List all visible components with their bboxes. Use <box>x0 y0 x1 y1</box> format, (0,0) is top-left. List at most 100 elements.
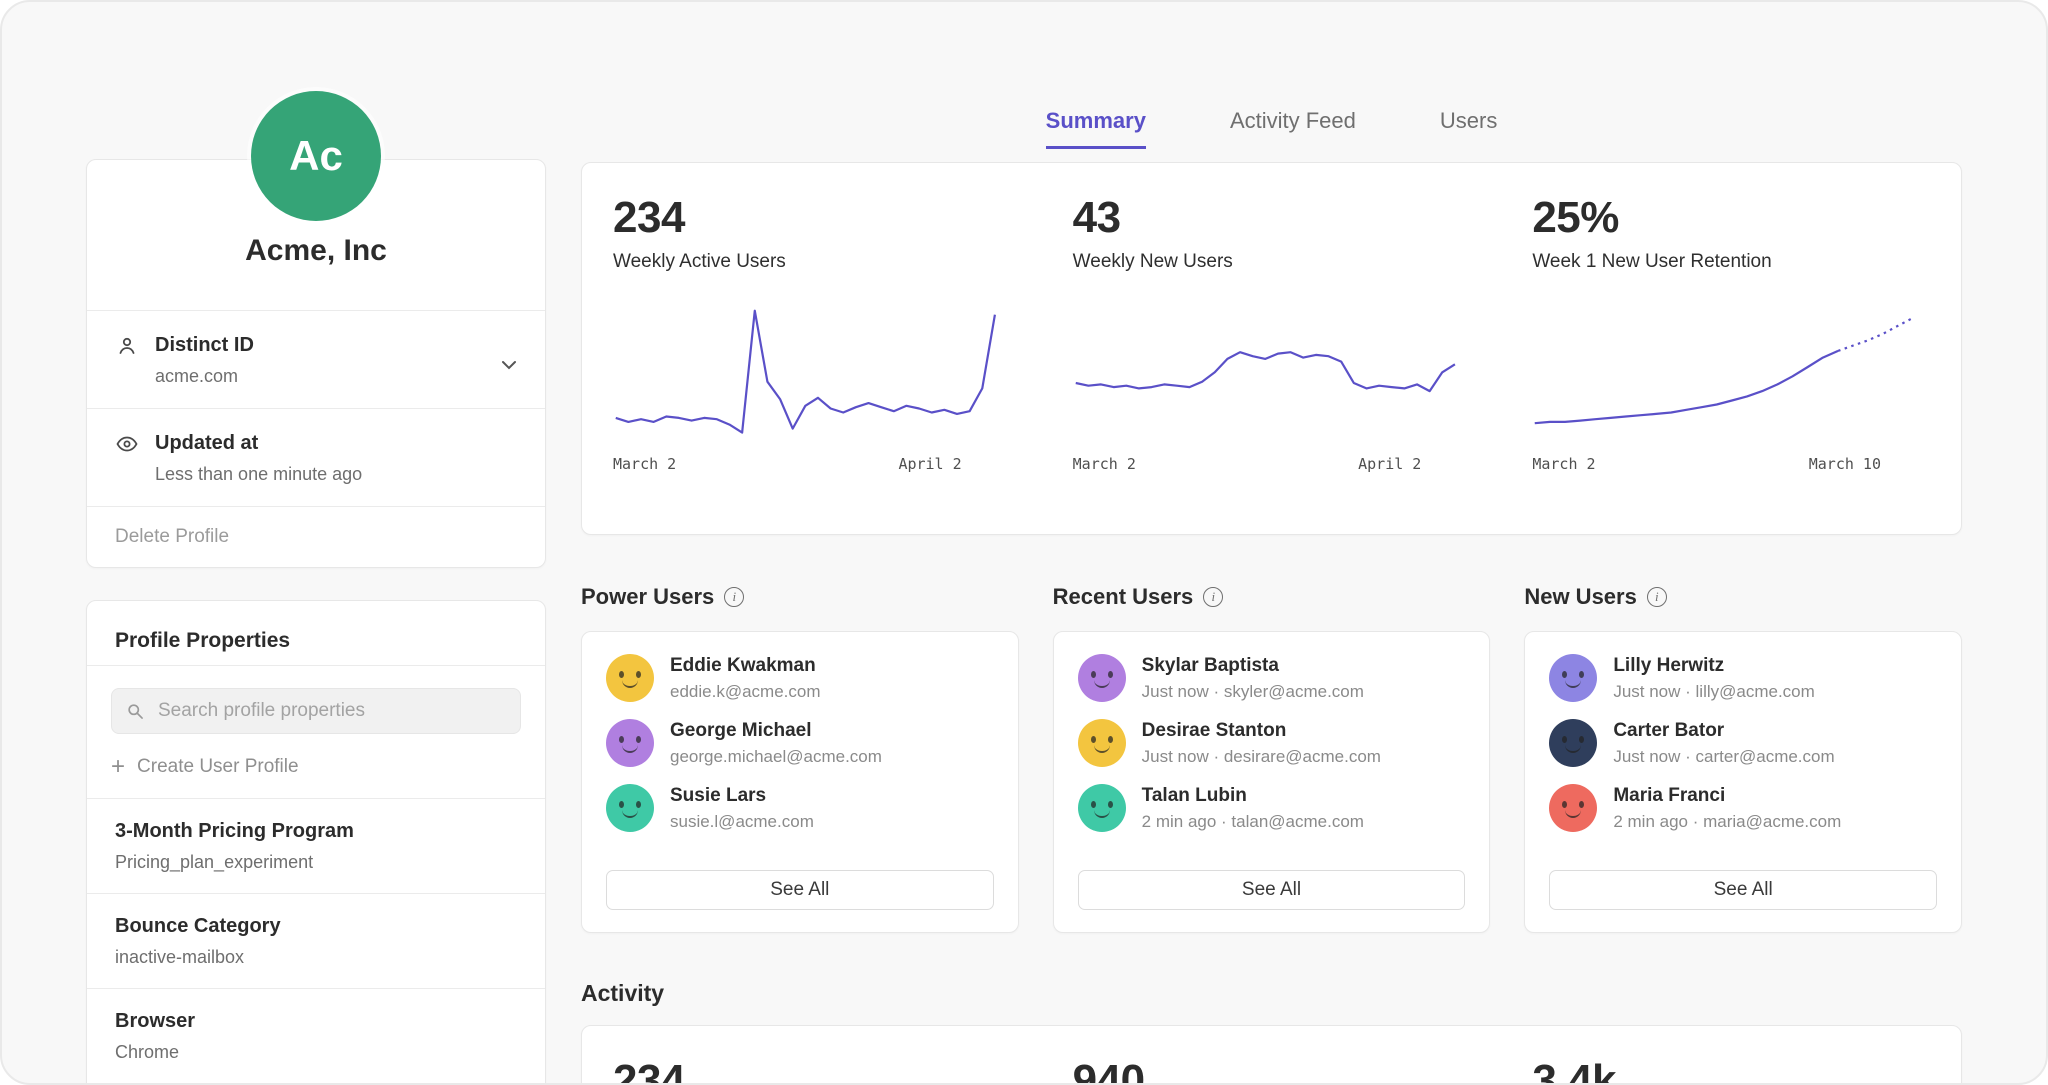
search-box <box>111 688 521 734</box>
main-content: Summary Activity Feed Users 234 Weekly A… <box>581 2 1962 1085</box>
stat-value: 234 <box>613 193 998 243</box>
user-meta: Just now · lilly@acme.com <box>1613 681 1814 702</box>
user-name: Desirae Stanton <box>1142 719 1381 742</box>
tab-bar: Summary Activity Feed Users <box>581 108 1962 149</box>
user-avatar <box>1078 719 1126 767</box>
x-axis-labels: March 2 April 2 <box>1073 455 1458 473</box>
summary-stats-card: 234 Weekly Active Users March 2 April 2 … <box>581 162 1962 535</box>
plus-icon: + <box>111 757 125 777</box>
user-name: Eddie Kwakman <box>670 654 821 677</box>
user-meta: george.michael@acme.com <box>670 746 882 767</box>
activity-stat: 234 <box>582 1026 1042 1085</box>
chevron-down-icon[interactable] <box>497 353 521 377</box>
power-users-card: Eddie Kwakman eddie.k@acme.com George Mi… <box>581 631 1019 933</box>
user-meta: susie.l@acme.com <box>670 811 814 832</box>
recent-users-card: Skylar Baptista Just now · skyler@acme.c… <box>1053 631 1491 933</box>
x-tick: April 2 <box>898 455 961 473</box>
create-user-profile-label: Create User Profile <box>137 756 299 778</box>
user-meta: 2 min ago · maria@acme.com <box>1613 811 1841 832</box>
user-meta: Just now · carter@acme.com <box>1613 746 1834 767</box>
user-avatar <box>606 784 654 832</box>
stat-week1-retention: 25% Week 1 New User Retention March 2 Ma… <box>1501 163 1961 534</box>
week1-retention-chart <box>1532 305 1917 445</box>
section-title: New Users <box>1524 584 1637 610</box>
list-item[interactable]: Desirae Stanton Just now · desirare@acme… <box>1078 719 1466 767</box>
property-item: Bounce Category inactive-mailbox <box>87 894 545 988</box>
property-value: Chrome <box>115 1041 517 1063</box>
profile-properties-card: Profile Properties + Create User Profile… <box>86 600 546 1085</box>
activity-section-title: Activity <box>581 979 1962 1007</box>
person-icon <box>115 334 141 387</box>
info-icon[interactable] <box>724 587 744 607</box>
org-avatar-initials: Ac <box>289 132 343 180</box>
property-label: Browser <box>115 1009 517 1033</box>
stat-value: 43 <box>1073 193 1458 243</box>
stat-value: 25% <box>1532 193 1917 243</box>
stat-label: Weekly New Users <box>1073 251 1458 273</box>
section-power-users: Power Users Eddie Kwakman eddie.k@acme.c… <box>581 583 1019 933</box>
x-axis-labels: March 2 April 2 <box>613 455 998 473</box>
info-icon[interactable] <box>1203 587 1223 607</box>
property-item: Browser Chrome <box>87 989 545 1083</box>
list-item[interactable]: Susie Lars susie.l@acme.com <box>606 784 994 832</box>
org-avatar: Ac <box>251 91 381 221</box>
delete-profile-button[interactable]: Delete Profile <box>87 507 545 567</box>
user-name: George Michael <box>670 719 882 742</box>
user-meta: eddie.k@acme.com <box>670 681 821 702</box>
user-sections: Power Users Eddie Kwakman eddie.k@acme.c… <box>581 583 1962 933</box>
user-avatar <box>606 654 654 702</box>
user-avatar <box>1549 719 1597 767</box>
user-avatar <box>606 719 654 767</box>
field-label: Distinct ID <box>155 333 254 357</box>
activity-stat: 940 <box>1042 1026 1502 1085</box>
list-item[interactable]: Skylar Baptista Just now · skyler@acme.c… <box>1078 654 1466 702</box>
eye-icon <box>115 432 141 485</box>
user-avatar <box>1078 654 1126 702</box>
stat-weekly-active-users: 234 Weekly Active Users March 2 April 2 <box>582 163 1042 534</box>
app-window: Ac Acme, Inc Distinct ID acme.com <box>0 0 2048 1085</box>
user-avatar <box>1549 654 1597 702</box>
user-name: Maria Franci <box>1613 784 1841 807</box>
user-meta: 2 min ago · talan@acme.com <box>1142 811 1364 832</box>
field-value: Less than one minute ago <box>155 463 362 485</box>
tab-activity-feed[interactable]: Activity Feed <box>1230 108 1356 149</box>
list-item[interactable]: Carter Bator Just now · carter@acme.com <box>1549 719 1937 767</box>
list-item[interactable]: Lilly Herwitz Just now · lilly@acme.com <box>1549 654 1937 702</box>
tab-users[interactable]: Users <box>1440 108 1497 149</box>
profile-sidebar: Ac Acme, Inc Distinct ID acme.com <box>86 2 546 1085</box>
section-recent-users: Recent Users Skylar Baptista Just now · … <box>1053 583 1491 933</box>
info-icon[interactable] <box>1647 587 1667 607</box>
user-avatar <box>1549 784 1597 832</box>
x-tick: March 2 <box>1073 455 1136 473</box>
field-distinct-id: Distinct ID acme.com <box>87 311 545 408</box>
search-profile-properties-input[interactable] <box>111 688 521 734</box>
section-new-users: New Users Lilly Herwitz Just now · lilly… <box>1524 583 1962 933</box>
user-meta: Just now · skyler@acme.com <box>1142 681 1364 702</box>
tab-summary[interactable]: Summary <box>1046 108 1146 149</box>
x-tick: April 2 <box>1358 455 1421 473</box>
list-item[interactable]: Talan Lubin 2 min ago · talan@acme.com <box>1078 784 1466 832</box>
create-user-profile-button[interactable]: + Create User Profile <box>111 756 521 778</box>
stat-label: Weekly Active Users <box>613 251 998 273</box>
new-users-card: Lilly Herwitz Just now · lilly@acme.com … <box>1524 631 1962 933</box>
weekly-new-users-chart <box>1073 305 1458 445</box>
field-label: Updated at <box>155 431 362 455</box>
x-tick: March 10 <box>1809 455 1881 473</box>
section-title: Power Users <box>581 584 714 610</box>
stat-label: Week 1 New User Retention <box>1532 251 1917 273</box>
property-value: Pricing_plan_experiment <box>115 851 517 873</box>
weekly-active-users-chart <box>613 305 998 445</box>
property-value: inactive-mailbox <box>115 946 517 968</box>
user-name: Susie Lars <box>670 784 814 807</box>
list-item[interactable]: George Michael george.michael@acme.com <box>606 719 994 767</box>
field-value: acme.com <box>155 365 254 387</box>
search-icon <box>125 701 145 721</box>
see-all-button[interactable]: See All <box>606 870 994 910</box>
see-all-button[interactable]: See All <box>1078 870 1466 910</box>
see-all-button[interactable]: See All <box>1549 870 1937 910</box>
x-tick: March 2 <box>613 455 676 473</box>
section-title: Recent Users <box>1053 584 1194 610</box>
list-item[interactable]: Maria Franci 2 min ago · maria@acme.com <box>1549 784 1937 832</box>
x-axis-labels: March 2 March 10 <box>1532 455 1917 473</box>
list-item[interactable]: Eddie Kwakman eddie.k@acme.com <box>606 654 994 702</box>
